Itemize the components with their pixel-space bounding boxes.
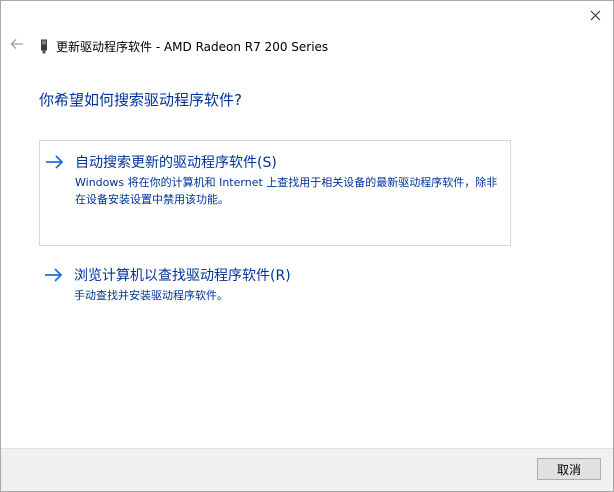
option-title: 浏览计算机以查找驱动程序软件(R) [74,268,291,284]
arrow-right-icon [45,268,63,282]
close-icon [590,10,600,20]
update-driver-dialog: 更新驱动程序软件 - AMD Radeon R7 200 Series 你希望如… [0,0,614,492]
dialog-title: 更新驱动程序软件 - AMD Radeon R7 200 Series [56,40,329,54]
back-arrow-icon [10,39,23,49]
option-search-automatically[interactable]: 自动搜索更新的驱动程序软件(S) Windows 将在你的计算机和 Intern… [39,140,511,246]
back-button[interactable] [9,36,25,52]
dialog-footer: 取消 [1,448,613,491]
option-description: Windows 将在你的计算机和 Internet 上查找用于相关设备的最新驱动… [75,176,498,206]
device-driver-icon [41,39,47,54]
page-question: 你希望如何搜索驱动程序软件? [39,91,242,109]
arrow-right-icon [46,155,64,169]
option-title: 自动搜索更新的驱动程序软件(S) [75,155,277,171]
option-description: 手动查找并安装驱动程序软件。 [74,289,228,302]
dialog-header: 更新驱动程序软件 - AMD Radeon R7 200 Series [39,38,328,55]
close-button[interactable] [583,5,607,25]
cancel-button[interactable]: 取消 [537,458,601,480]
option-browse-computer[interactable]: 浏览计算机以查找驱动程序软件(R) 手动查找并安装驱动程序软件。 [39,259,511,319]
